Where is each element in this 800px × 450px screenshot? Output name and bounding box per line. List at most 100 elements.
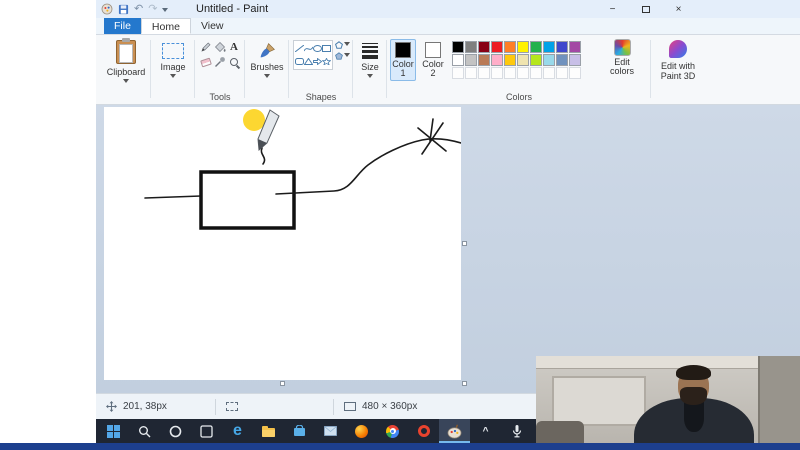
palette-empty-slot[interactable] — [504, 67, 516, 79]
palette-color[interactable] — [530, 54, 542, 66]
mail-icon — [324, 426, 337, 436]
tab-home[interactable]: Home — [140, 18, 191, 34]
cortana-button[interactable] — [160, 419, 191, 443]
palette-color[interactable] — [569, 41, 581, 53]
shape-fill-button[interactable] — [334, 52, 350, 60]
redo-button[interactable]: ↷ — [148, 0, 157, 18]
canvas-size-value: 480 × 360px — [362, 401, 418, 412]
palette-empty-slot[interactable] — [556, 67, 568, 79]
palette-empty-slot[interactable] — [569, 67, 581, 79]
edit-colors-button[interactable]: Edit colors — [602, 39, 642, 76]
drawn-curve-line — [275, 137, 461, 195]
drawing-canvas[interactable] — [104, 107, 461, 380]
edit-with-paint3d-button[interactable]: Edit with Paint 3D — [654, 35, 702, 81]
palette-color[interactable] — [530, 41, 542, 53]
palette-color[interactable] — [465, 54, 477, 66]
taskbar-firefox-button[interactable] — [346, 419, 377, 443]
palette-color[interactable] — [556, 41, 568, 53]
taskbar-mail-button[interactable] — [315, 419, 346, 443]
paint3d-label: Edit with Paint 3D — [660, 61, 696, 81]
palette-color[interactable] — [517, 41, 529, 53]
palette-color[interactable] — [452, 41, 464, 53]
drawn-rectangle — [199, 170, 296, 230]
palette-color[interactable] — [543, 54, 555, 66]
magnifier-icon — [230, 58, 238, 66]
shape-star-icon[interactable] — [321, 58, 331, 65]
palette-empty-slot[interactable] — [517, 67, 529, 79]
window-controls: − × — [596, 0, 695, 18]
shape-arrow-icon[interactable] — [312, 58, 322, 65]
maximize-button[interactable] — [629, 0, 662, 18]
paste-button[interactable]: Clipboard — [104, 35, 148, 86]
palette-color[interactable] — [478, 54, 490, 66]
palette-empty-slot[interactable] — [530, 67, 542, 79]
palette-empty-slot[interactable] — [491, 67, 503, 79]
palette-empty-slot[interactable] — [452, 67, 464, 79]
microphone-icon — [512, 425, 521, 438]
palette-color[interactable] — [569, 54, 581, 66]
paint3d-icon — [669, 40, 687, 58]
edit-colors-label: Edit colors — [609, 57, 634, 76]
statusbar-selection-size — [216, 394, 333, 419]
palette-color[interactable] — [504, 54, 516, 66]
canvas-resize-handle-right[interactable] — [462, 241, 467, 246]
palette-empty-slot[interactable] — [478, 67, 490, 79]
canvas-resize-handle-corner[interactable] — [462, 381, 467, 386]
palette-color[interactable] — [452, 54, 464, 66]
shape-rectangle-icon[interactable] — [321, 45, 331, 52]
save-button[interactable] — [118, 4, 129, 15]
taskbar-chrome-button[interactable] — [377, 419, 408, 443]
size-button[interactable]: Size — [356, 35, 384, 81]
palette-color[interactable] — [543, 41, 555, 53]
taskbar-search-button[interactable] — [129, 419, 160, 443]
tab-file[interactable]: File — [104, 18, 141, 34]
close-button[interactable]: × — [662, 0, 695, 18]
pencil-icon — [201, 42, 211, 52]
palette-color[interactable] — [504, 41, 516, 53]
tab-view[interactable]: View — [191, 18, 234, 34]
text-tool-button[interactable]: A — [228, 40, 241, 54]
palette-color[interactable] — [491, 54, 503, 66]
taskbar-opera-button[interactable] — [408, 419, 439, 443]
taskbar-paint-button[interactable] — [439, 419, 470, 443]
palette-color[interactable] — [491, 41, 503, 53]
shape-curve-icon[interactable] — [303, 45, 313, 52]
cursor-position-value: 201, 38px — [123, 401, 167, 412]
chrome-icon — [386, 424, 399, 438]
palette-empty-slot[interactable] — [543, 67, 555, 79]
qat-dropdown-caret-icon[interactable] — [162, 7, 169, 15]
undo-button[interactable]: ↶ — [134, 0, 143, 18]
minimize-button[interactable]: − — [596, 0, 629, 18]
pencil-tool-button[interactable] — [200, 40, 213, 54]
eyedropper-icon — [215, 57, 225, 67]
shape-rounded-rectangle-icon[interactable] — [294, 58, 304, 65]
color1-button[interactable]: Color 1 — [390, 39, 416, 81]
canvas-resize-handle-bottom[interactable] — [280, 381, 285, 386]
taskbar-edge-button[interactable]: e — [222, 419, 253, 443]
shape-outline-button[interactable] — [334, 41, 350, 49]
color2-button[interactable]: Color 2 — [420, 39, 446, 81]
video-frame: ↶ ↷ Untitled - Paint − × File Home View … — [0, 0, 800, 450]
task-view-button[interactable] — [191, 419, 222, 443]
start-button[interactable] — [98, 419, 129, 443]
palette-color[interactable] — [478, 41, 490, 53]
taskbar-file-explorer-button[interactable] — [253, 419, 284, 443]
palette-color[interactable] — [556, 54, 568, 66]
palette-color[interactable] — [465, 41, 477, 53]
eraser-tool-button[interactable] — [200, 55, 213, 69]
ribbon-group-shapes: Shapes — [292, 35, 350, 105]
shape-line-icon[interactable] — [294, 45, 304, 52]
shape-oval-icon[interactable] — [312, 45, 322, 52]
palette-empty-slot[interactable] — [465, 67, 477, 79]
brushes-button[interactable]: Brushes — [248, 35, 286, 81]
select-button[interactable]: Image — [154, 35, 192, 81]
taskbar-store-button[interactable] — [284, 419, 315, 443]
shape-triangle-icon[interactable] — [303, 58, 313, 65]
fill-tool-button[interactable] — [214, 40, 227, 54]
palette-color[interactable] — [517, 54, 529, 66]
microphone-button[interactable] — [501, 419, 532, 443]
magnifier-tool-button[interactable] — [228, 55, 241, 69]
palette-row-3 — [452, 67, 581, 79]
tray-expand-button[interactable]: ^ — [470, 419, 501, 443]
color-picker-tool-button[interactable] — [214, 55, 227, 69]
